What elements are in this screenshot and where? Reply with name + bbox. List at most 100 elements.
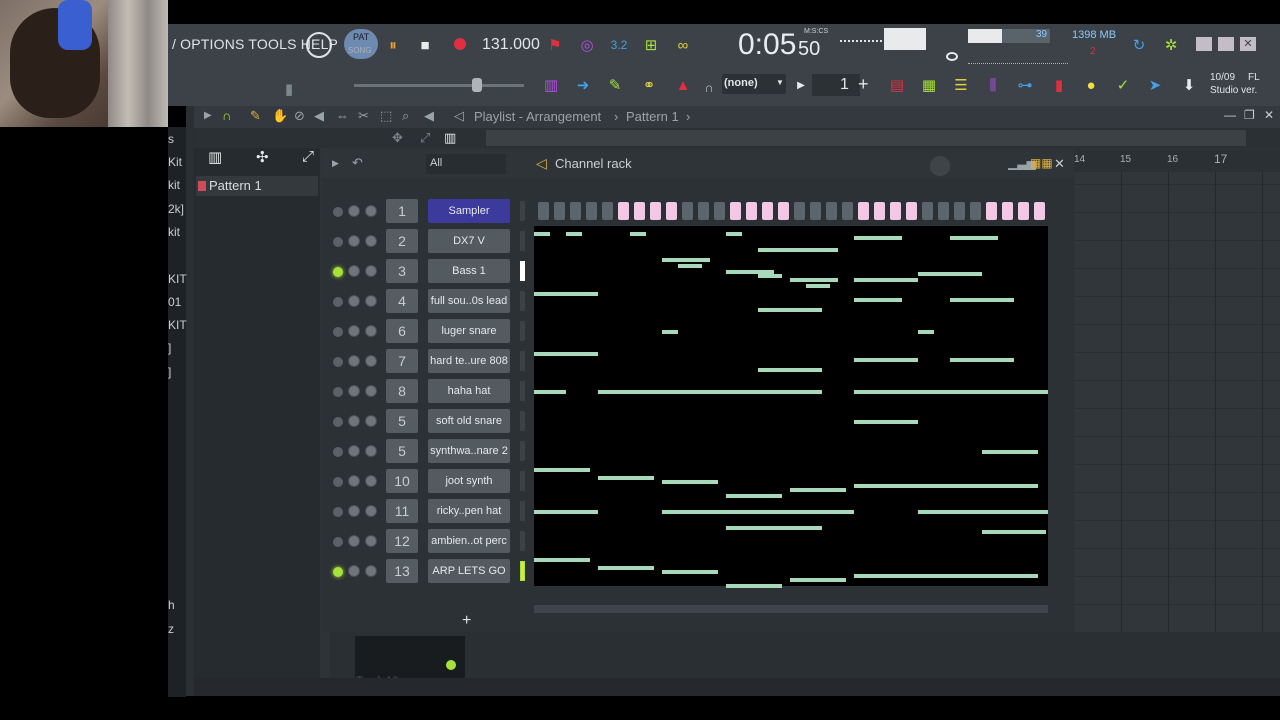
step-button[interactable] (890, 202, 901, 220)
step-button[interactable] (1002, 202, 1013, 220)
channel-name-button[interactable]: ricky..pen hat (428, 499, 510, 523)
rack-arrow-icon[interactable]: ▶ (332, 158, 339, 169)
step-button[interactable] (602, 202, 613, 220)
refresh-icon[interactable]: ↻ (1128, 36, 1150, 54)
channel-select-bar[interactable] (520, 501, 525, 521)
snap-select[interactable]: (none) ▼ (722, 74, 786, 94)
collapse-arrow-icon[interactable]: ▶ (204, 110, 212, 121)
typing-keyboard-icon[interactable]: ▮ (278, 80, 300, 98)
channel-name-button[interactable]: DX7 V (428, 229, 510, 253)
channel-select-bar[interactable] (520, 441, 525, 461)
send-icon[interactable]: ➤ (1144, 76, 1166, 94)
channel-mute-led[interactable] (333, 567, 343, 577)
channel-mute-led[interactable] (333, 237, 343, 247)
step-button[interactable] (618, 202, 629, 220)
channel-volume-knob[interactable] (365, 535, 377, 547)
slip-tool-icon[interactable]: ⇔ (336, 108, 349, 123)
magnet-icon[interactable]: ∩ (698, 78, 720, 96)
channel-pan-knob[interactable] (348, 355, 360, 367)
step-button[interactable] (570, 202, 581, 220)
channel-volume-knob[interactable] (365, 565, 377, 577)
loop-record-icon[interactable]: ∞ (672, 36, 694, 54)
channel-mixer-track[interactable]: 10 (386, 469, 418, 493)
channel-pan-knob[interactable] (348, 505, 360, 517)
channel-mixer-track[interactable]: 6 (386, 319, 418, 343)
stop-icon[interactable]: ■ (414, 36, 436, 54)
close-button[interactable]: ✕ (1240, 37, 1256, 51)
mute-tool-icon[interactable]: ◀ (314, 108, 324, 124)
countdown-icon[interactable]: 3.2 (608, 36, 630, 54)
channel-mute-led[interactable] (333, 327, 343, 337)
channel-volume-knob[interactable] (365, 295, 377, 307)
step-button[interactable] (1034, 202, 1045, 220)
channel-select-bar[interactable] (520, 321, 525, 341)
step-button[interactable] (762, 202, 773, 220)
step-button[interactable] (954, 202, 965, 220)
add-pattern-button[interactable]: + (858, 74, 869, 95)
channel-mute-led[interactable] (333, 357, 343, 367)
step-button[interactable] (842, 202, 853, 220)
record-icon[interactable] (454, 38, 466, 50)
channel-pan-knob[interactable] (348, 295, 360, 307)
rack-close-icon[interactable]: ✕ (1054, 156, 1065, 172)
channel-name-button[interactable]: soft old snare (428, 409, 510, 433)
channel-mute-led[interactable] (333, 207, 343, 217)
group-filter[interactable]: All (426, 154, 506, 174)
channel-mute-led[interactable] (333, 507, 343, 517)
channel-mute-led[interactable] (333, 417, 343, 427)
channel-name-button[interactable]: synthwa..nare 2 (428, 439, 510, 463)
channel-name-button[interactable]: Sampler (428, 199, 510, 223)
window-restore-icon[interactable]: ❐ (1244, 108, 1255, 122)
automation-clip-icon[interactable]: ⤢ (302, 148, 314, 165)
channel-mixer-track[interactable]: 3 (386, 259, 418, 283)
channel-pan-knob[interactable] (348, 445, 360, 457)
channel-pan-knob[interactable] (348, 565, 360, 577)
volume-handle[interactable] (472, 78, 482, 92)
add-channel-button[interactable]: + (462, 612, 471, 630)
channel-select-bar[interactable] (520, 531, 525, 551)
channel-mute-led[interactable] (333, 477, 343, 487)
channel-pan-knob[interactable] (348, 475, 360, 487)
pattern-selector[interactable]: 1 (812, 74, 860, 96)
channel-pan-knob[interactable] (348, 385, 360, 397)
channel-pan-knob[interactable] (348, 265, 360, 277)
channel-select-bar[interactable] (520, 291, 525, 311)
channel-pan-knob[interactable] (348, 325, 360, 337)
dna-icon[interactable]: ✲ (1160, 36, 1182, 54)
download-icon[interactable]: ⬇ (1178, 76, 1200, 94)
channel-name-button[interactable]: joot synth (428, 469, 510, 493)
step-button[interactable] (746, 202, 757, 220)
link-icon[interactable]: ⚭ (638, 76, 660, 94)
mixer-faders-icon[interactable]: ⫼ (982, 76, 1004, 94)
step-button[interactable] (586, 202, 597, 220)
step-button[interactable] (554, 202, 565, 220)
step-button[interactable] (794, 202, 805, 220)
channel-mute-led[interactable] (333, 267, 343, 277)
step-button[interactable] (986, 202, 997, 220)
stamp-icon[interactable]: ▲ (672, 76, 694, 94)
window-close-icon[interactable]: ✕ (1264, 108, 1274, 122)
browser-item[interactable]: Kit (168, 155, 182, 169)
channel-mixer-track[interactable]: 5 (386, 409, 418, 433)
slice-tool-icon[interactable]: ✂ (358, 108, 369, 124)
browser-item[interactable]: kit (168, 225, 180, 239)
browser-icon[interactable]: ⊶ (1014, 76, 1036, 94)
playlist-hscroll[interactable] (486, 130, 1246, 146)
channel-mixer-track[interactable]: 4 (386, 289, 418, 313)
step-button[interactable] (634, 202, 645, 220)
step-edit-icon[interactable]: ⊞ (640, 36, 662, 54)
channel-name-button[interactable]: ambien..ot perc (428, 529, 510, 553)
step-button[interactable] (698, 202, 709, 220)
browser-item[interactable]: kit (168, 178, 180, 192)
step-button[interactable] (666, 202, 677, 220)
step-button[interactable] (714, 202, 725, 220)
pick-icon[interactable]: ✓ (1112, 76, 1134, 94)
maximize-button[interactable] (1218, 37, 1234, 51)
paint-tool-icon[interactable]: ✋ (272, 108, 288, 124)
channel-name-button[interactable]: ARP LETS GO (428, 559, 510, 583)
channel-pan-knob[interactable] (348, 415, 360, 427)
channel-select-bar[interactable] (520, 201, 525, 221)
channel-volume-knob[interactable] (365, 355, 377, 367)
channel-mixer-track[interactable]: 7 (386, 349, 418, 373)
channel-select-bar[interactable] (520, 261, 525, 281)
